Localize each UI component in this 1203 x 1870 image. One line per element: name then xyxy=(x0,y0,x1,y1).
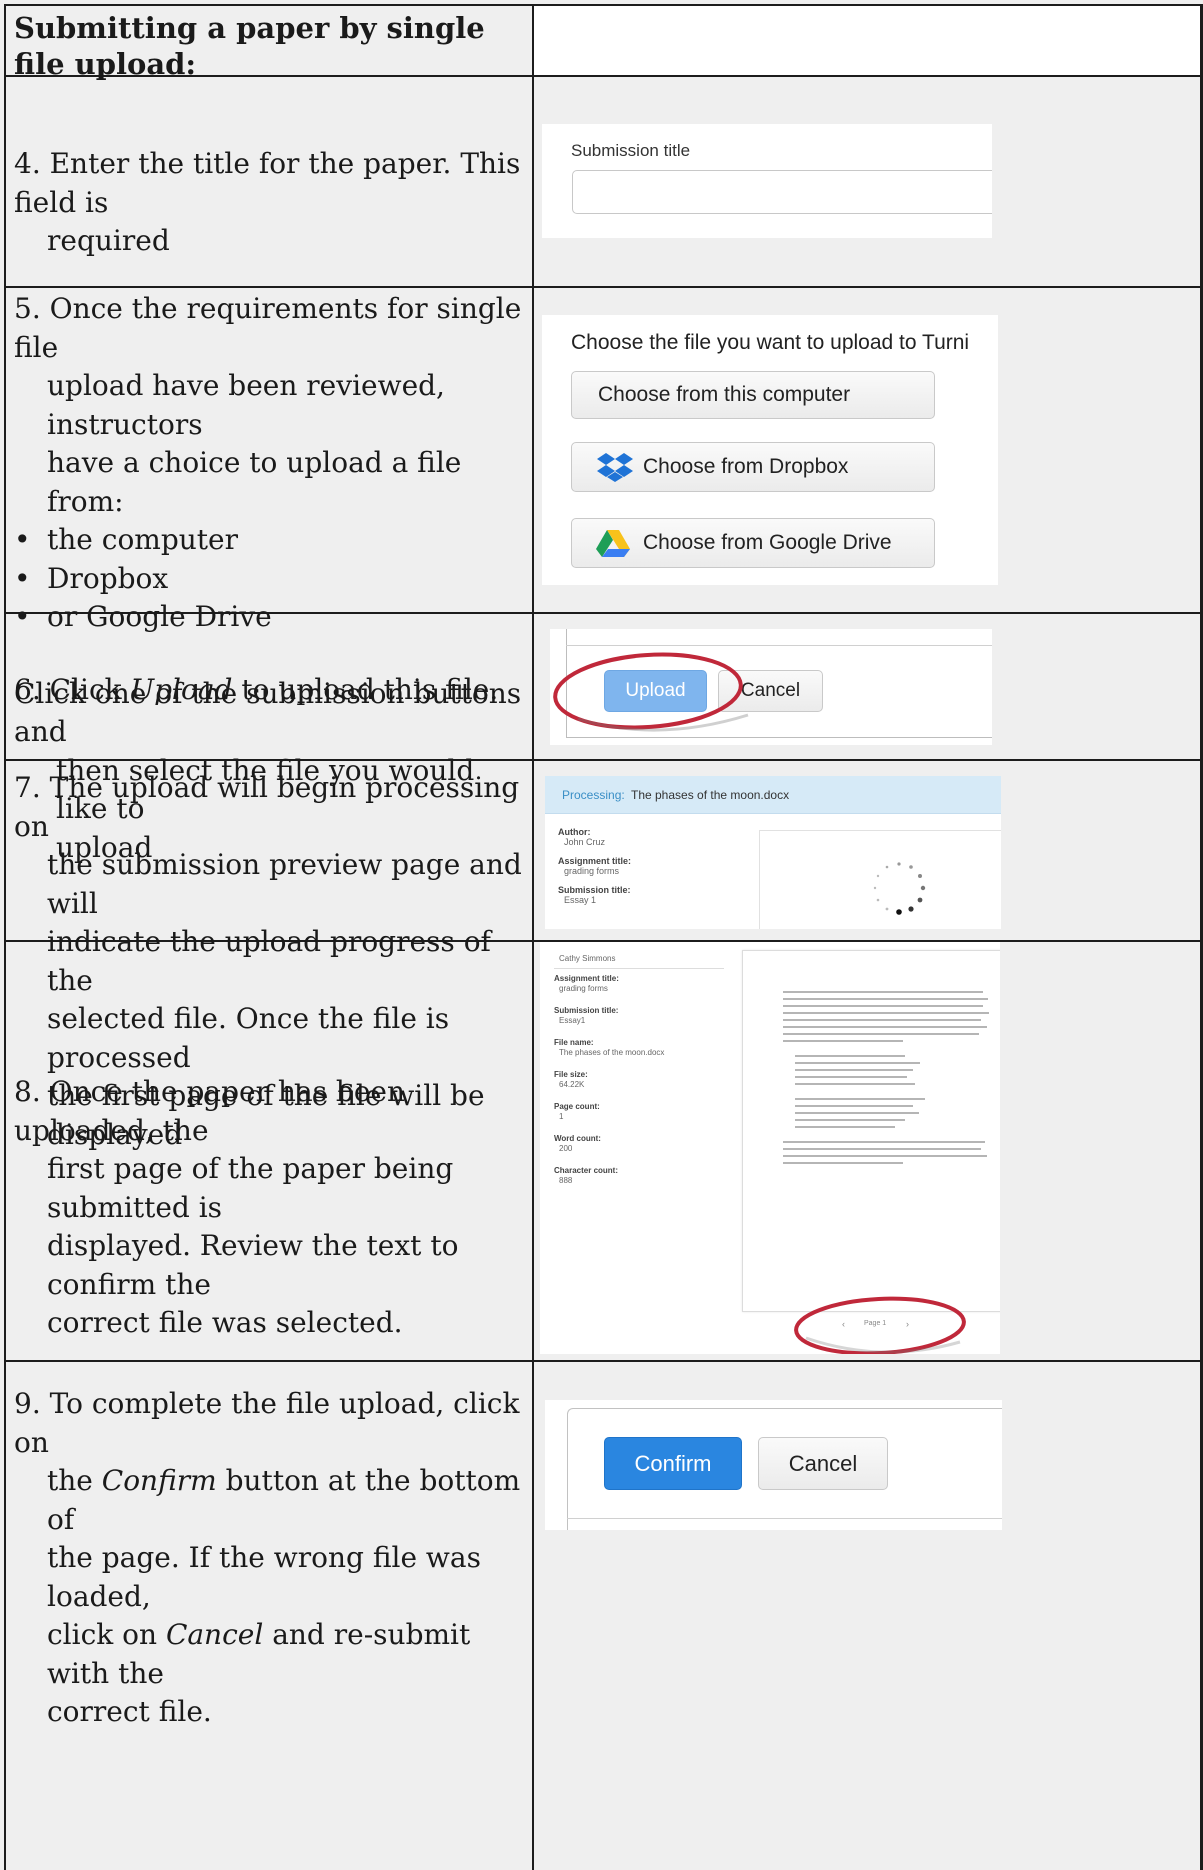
step-4-line: 4. Enter the title for the paper. This f… xyxy=(14,147,521,219)
loading-spinner-icon xyxy=(873,862,926,915)
character-count-value: 888 xyxy=(559,1176,573,1185)
choose-computer-button[interactable]: Choose from this computer xyxy=(571,371,935,419)
submission-title-label: Submission title xyxy=(571,141,691,160)
submission-title-label: Submission title: xyxy=(558,885,631,895)
table-heading-text: Submitting a paper by single file upload… xyxy=(14,11,485,81)
step-4-text: 4. Enter the title for the paper. This f… xyxy=(14,145,524,261)
highlight-circle xyxy=(794,1296,966,1354)
step-9-line: click on Cancel and re-submit with the xyxy=(47,1618,471,1690)
table-border-left xyxy=(4,5,6,1870)
file-preview-screenshot: Cathy Simmons Assignment title: grading … xyxy=(540,942,1000,1354)
assignment-title-value: grading forms xyxy=(564,866,620,876)
step-6-text: 6. Click Upload to upload this file. xyxy=(14,671,529,710)
confirm-button[interactable]: Confirm xyxy=(604,1437,742,1490)
step-9-line: the page. If the wrong file was loaded, xyxy=(47,1541,481,1613)
word-count-label: Word count: xyxy=(554,1134,601,1143)
dropbox-icon xyxy=(596,452,634,482)
author-underline xyxy=(554,968,724,969)
upload-button-screenshot: Upload Cancel xyxy=(550,629,992,745)
processing-screenshot: Processing: The phases of the moon.docx … xyxy=(545,776,1001,929)
processing-file: The phases of the moon.docx xyxy=(631,788,790,802)
character-count-label: Character count: xyxy=(554,1166,619,1175)
processing-label: Processing: xyxy=(562,788,625,802)
page-count-value: 1 xyxy=(559,1112,564,1121)
document-page-preview xyxy=(742,950,1000,1312)
assignment-title-label: Assignment title: xyxy=(554,974,619,983)
assignment-title-value: grading forms xyxy=(559,984,608,993)
step-6-prefix: 6. Click xyxy=(14,673,131,706)
step-9-line: the Confirm button at the bottom of xyxy=(47,1464,521,1536)
file-size-value: 64.22K xyxy=(559,1080,585,1089)
step-8-line: first page of the paper being submitted … xyxy=(47,1152,454,1224)
submission-title-value: Essay 1 xyxy=(564,895,597,905)
step-5-line: 5. Once the requirements for single file xyxy=(14,292,522,364)
step-5-line: have a choice to upload a file from: xyxy=(47,446,462,518)
author-value: John Cruz xyxy=(564,837,606,847)
google-drive-icon xyxy=(596,529,630,557)
file-size-label: File size: xyxy=(554,1070,588,1079)
word-count-value: 200 xyxy=(559,1144,573,1153)
assignment-title-label: Assignment title: xyxy=(558,856,632,866)
author-label: Author: xyxy=(558,827,591,837)
table-heading: Submitting a paper by single file upload… xyxy=(14,10,514,82)
bullet-item: • the computer xyxy=(14,523,239,556)
step-7-line: indicate the upload progress of the xyxy=(47,925,491,997)
step-5-line: upload have been reviewed, instructors xyxy=(47,369,445,441)
confirm-button-screenshot: Confirm Cancel xyxy=(545,1400,1002,1530)
step-6-suffix: to upload this file. xyxy=(232,673,499,706)
highlight-circle xyxy=(553,652,749,732)
step-7-line: selected file. Once the file is processe… xyxy=(47,1002,450,1074)
choose-dropbox-button[interactable]: Choose from Dropbox xyxy=(571,442,935,492)
upload-source-screenshot: Choose the file you want to upload to Tu… xyxy=(542,315,998,585)
file-name-value: The phases of the moon.docx xyxy=(559,1048,665,1057)
header-right-cell xyxy=(534,6,1200,75)
cancel-button[interactable]: Cancel xyxy=(758,1437,888,1490)
row-divider xyxy=(4,286,1203,288)
step-7-line: 7. The upload will begin processing on xyxy=(14,771,520,843)
bullet-item: • Dropbox xyxy=(14,561,169,595)
row-divider xyxy=(4,1360,1203,1362)
step-9-line: 9. To complete the file upload, click on xyxy=(14,1387,520,1459)
file-name-label: File name: xyxy=(554,1038,594,1047)
bullet-item: • or Google Drive xyxy=(14,600,272,633)
document-text-lines xyxy=(783,991,989,1164)
step-8-line: correct file was selected. xyxy=(47,1306,403,1339)
submission-title-input[interactable] xyxy=(572,170,992,214)
upload-source-heading: Choose the file you want to upload to Tu… xyxy=(571,331,970,354)
step-8-text: 8. Once the paper has been uploaded, the… xyxy=(14,1073,529,1343)
submission-title-value: Essay1 xyxy=(559,1016,586,1025)
step-7-line: the submission preview page and will xyxy=(47,848,522,920)
submission-title-screenshot: Submission title xyxy=(542,124,992,238)
submission-title-label: Submission title: xyxy=(554,1006,619,1015)
page-count-label: Page count: xyxy=(554,1102,600,1111)
column-divider xyxy=(532,5,534,1870)
step-9-line: correct file. xyxy=(47,1695,212,1728)
choose-google-drive-button[interactable]: Choose from Google Drive xyxy=(571,518,935,568)
step-4-line: required xyxy=(47,224,170,257)
step-6-emphasis: Upload xyxy=(130,673,233,706)
processing-bar: Processing: The phases of the moon.docx xyxy=(545,776,1001,814)
step-8-line: displayed. Review the text to confirm th… xyxy=(47,1229,459,1301)
step-9-text: 9. To complete the file upload, click on… xyxy=(14,1385,529,1732)
instruction-table: Submitting a paper by single file upload… xyxy=(0,0,1203,1870)
panel-bottom-line xyxy=(567,1518,1002,1519)
step-8-line: 8. Once the paper has been uploaded, the xyxy=(14,1075,406,1147)
author-value: Cathy Simmons xyxy=(559,954,616,963)
